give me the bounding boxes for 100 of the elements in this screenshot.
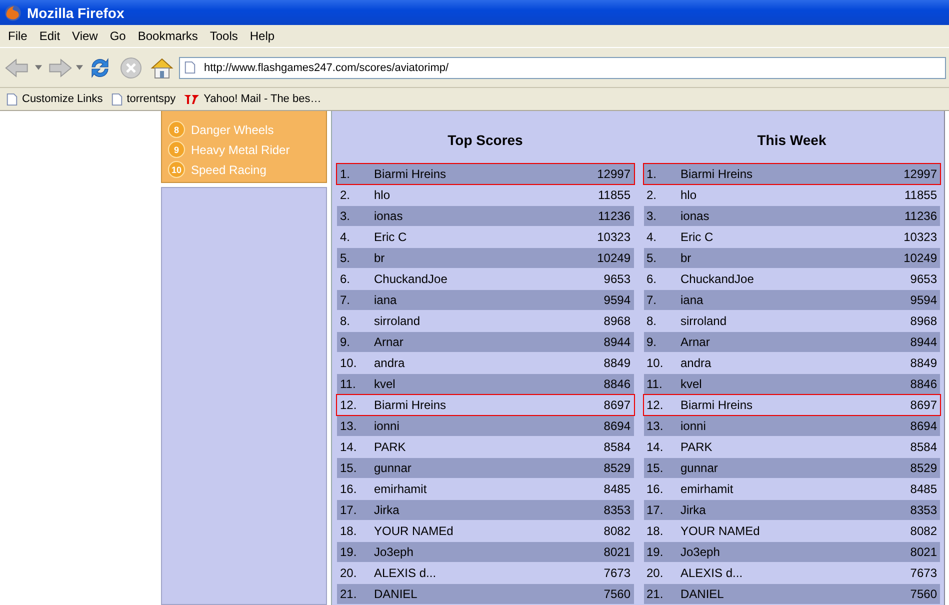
rank-text: 6. (646, 272, 658, 286)
bookmark-link[interactable]: Customize Links (6, 92, 103, 106)
rank-text: 4. (340, 230, 352, 244)
player-name: emirhamit (680, 482, 734, 496)
score-value: 8694 (910, 419, 937, 433)
player-name: Jirka (374, 503, 400, 517)
menu-item[interactable]: View (66, 29, 104, 43)
player-name: hlo (680, 188, 698, 202)
bookmark-link[interactable]: torrentspy (110, 92, 176, 106)
home-icon[interactable] (148, 56, 176, 80)
rank-text: 13. (340, 419, 358, 433)
rank-text: 5. (340, 251, 352, 265)
score-value: 9594 (604, 293, 630, 307)
rank-text: 21. (646, 587, 664, 601)
score-value: 11855 (904, 188, 937, 202)
player-name: YOUR NAMEd (680, 524, 761, 538)
player-name: ionni (680, 419, 707, 433)
rank-text: 19. (340, 545, 358, 559)
score-value: 8944 (910, 335, 937, 349)
bookmark-link[interactable]: Yahoo! Mail - The bes… (184, 93, 322, 105)
player-name: PARK (680, 440, 714, 454)
player-name: Jo3eph (680, 545, 721, 559)
rank-text: 9. (646, 335, 658, 349)
score-value: 12997 (904, 167, 937, 181)
rank-text: 12. (646, 398, 664, 412)
player-name: andra (680, 356, 712, 370)
rank-text: 10. (646, 356, 664, 370)
player-name: ionas (680, 209, 710, 223)
rank-text: 18. (340, 524, 358, 538)
score-value: 11236 (904, 209, 937, 223)
player-name: gunnar (374, 461, 412, 475)
dropdown-caret-icon[interactable] (35, 65, 42, 70)
logo-icon (184, 93, 200, 105)
rank-text: 3. (646, 209, 658, 223)
score-value: 10323 (597, 230, 630, 244)
number-badge: 10 (168, 161, 185, 178)
score-value: 8846 (910, 377, 937, 391)
rank-text: 2. (646, 188, 658, 202)
player-name: Biarmi Hreins (374, 167, 448, 181)
player-name: sirroland (680, 314, 728, 328)
player-name: ALEXIS d... (680, 566, 744, 580)
score-value: 10323 (904, 230, 937, 244)
score-value: 8697 (604, 398, 630, 412)
player-name: Jirka (680, 503, 707, 517)
number-badge: 9 (168, 141, 185, 158)
score-value: 7673 (910, 566, 937, 580)
rank-text: 16. (340, 482, 358, 496)
dropdown-caret-icon[interactable] (76, 65, 83, 70)
menu-item[interactable]: File (2, 29, 34, 43)
globe-icon (4, 4, 22, 22)
player-name: PARK (374, 440, 407, 454)
player-name: Biarmi Hreins (680, 398, 754, 412)
player-name: Biarmi Hreins (374, 398, 448, 412)
score-value: 8846 (604, 377, 630, 391)
address-field[interactable]: http://www.flashgames247.com/scores/aviatorimp/ (179, 56, 946, 78)
rank-text: 10. (340, 356, 358, 370)
score-value: 8584 (910, 440, 937, 454)
player-name: andra (374, 356, 406, 370)
score-value: 8485 (910, 482, 937, 496)
player-name: iana (374, 293, 398, 307)
score-value: 12997 (597, 167, 630, 181)
rank-text: 20. (340, 566, 358, 580)
menu-item[interactable]: Tools (204, 29, 244, 43)
menu-item[interactable]: Bookmarks (132, 29, 204, 43)
player-name: gunnar (680, 461, 719, 475)
rank-text: 8. (646, 314, 658, 328)
score-value: 8529 (604, 461, 630, 475)
rank-text: 1. (646, 167, 658, 181)
player-name: br (374, 251, 386, 265)
score-value: 7560 (910, 587, 937, 601)
rank-text: 6. (340, 272, 352, 286)
player-name: sirroland (374, 314, 422, 328)
menu-item[interactable]: Edit (33, 29, 66, 43)
rank-text: 11. (646, 377, 664, 391)
score-value: 8082 (910, 524, 937, 538)
score-value: 8944 (604, 335, 630, 349)
menu-item[interactable]: Help (244, 29, 281, 43)
table-title: Top Scores (446, 131, 524, 150)
score-value: 10249 (904, 251, 937, 265)
player-name: Arnar (680, 335, 711, 349)
player-name: ChuckandJoe (374, 272, 448, 286)
score-value: 7673 (604, 566, 630, 580)
rank-text: 3. (340, 209, 352, 223)
rank-text: 14. (340, 440, 358, 454)
rank-text: 15. (340, 461, 358, 475)
score-value: 8694 (604, 419, 630, 433)
player-name: br (680, 251, 692, 265)
score-value: 8082 (604, 524, 630, 538)
player-name: ALEXIS d... (374, 566, 438, 580)
score-value: 8849 (910, 356, 937, 370)
menu-item[interactable]: Go (104, 29, 132, 43)
number-badge: 8 (168, 121, 185, 138)
player-name: Arnar (374, 335, 404, 349)
player-name: hlo (374, 188, 392, 202)
rank-text: 12. (340, 398, 358, 412)
score-value: 9594 (910, 293, 937, 307)
player-name: DANIEL (374, 587, 418, 601)
page-icon (6, 92, 18, 106)
score-value: 7560 (604, 587, 630, 601)
player-name: ionas (374, 209, 404, 223)
